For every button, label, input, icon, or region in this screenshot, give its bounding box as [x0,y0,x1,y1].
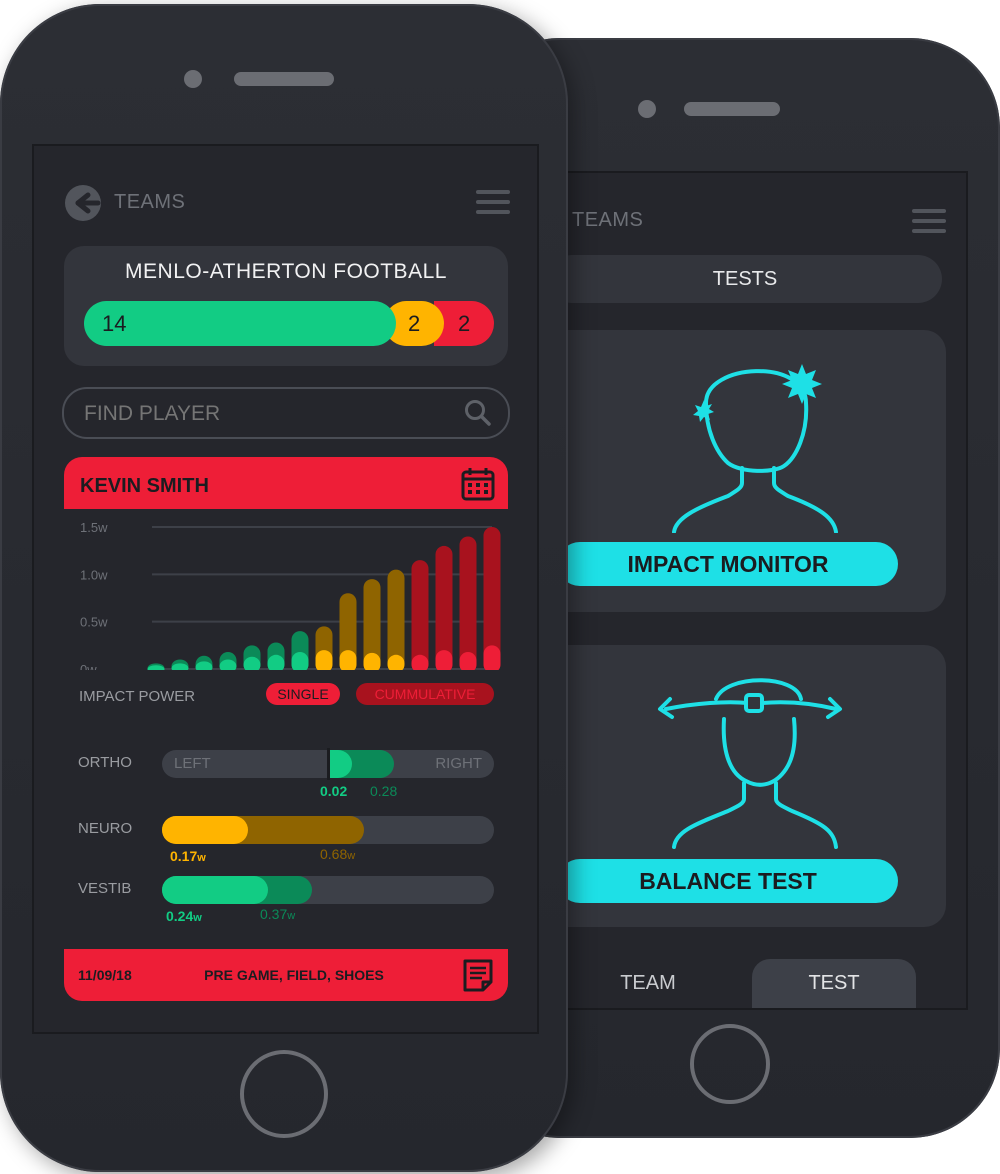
camera-icon [184,70,202,88]
vestib-single-fill [162,876,268,904]
status-green-count: 14 [102,311,127,336]
impact-monitor-button[interactable]: IMPACT MONITOR [568,542,898,586]
y-tick-label: 0.5w [80,615,108,630]
single-bar [339,650,357,673]
home-button[interactable] [690,1024,770,1104]
legend-single[interactable]: SINGLE [266,683,340,705]
neuro-value-2: 0.68w [320,846,356,862]
notes-icon[interactable] [462,958,494,992]
status-green-segment [84,301,396,346]
y-tick-label: 1.5w [80,520,108,535]
ortho-value-1: 0.02 [320,783,348,799]
tab-team[interactable]: TEAM [578,959,718,1007]
ortho-right-label: RIGHT [435,755,482,772]
speaker-icon [684,102,780,116]
vestib-value-1: 0.24w [166,908,202,924]
single-bar [315,650,333,673]
head-balance-icon [658,678,842,849]
head-impact-icon [672,364,838,533]
single-bar [483,645,501,673]
calendar-icon[interactable] [460,466,496,502]
status-red-count: 2 [458,311,471,336]
single-bar [363,652,381,673]
search-icon[interactable] [464,399,492,427]
home-button[interactable] [240,1050,328,1138]
status-yellow-count: 2 [408,311,421,336]
back-arrow-icon[interactable] [64,184,102,222]
session-date: 11/09/18 [78,967,132,983]
header-title: TEAMS [114,191,186,213]
neuro-track [162,816,494,844]
ortho-center-marker [327,748,330,780]
neuro-single-fill [162,816,248,844]
team-name: MENLO-ATHERTON FOOTBALL [125,260,447,283]
vestib-track [162,876,494,904]
ortho-value-2: 0.28 [370,783,398,799]
find-player-search[interactable] [62,387,510,439]
camera-icon [638,100,656,118]
chart-label: IMPACT POWER [79,688,196,705]
y-tick-label: 1.0w [80,567,108,582]
tab-test[interactable]: TEST [752,959,916,1008]
front-screen: TEAMS MENLO-ATHERTON FOOTBALL 14 2 2 KEV… [32,144,539,1034]
impact-monitor-card[interactable]: IMPACT MONITOR [568,330,946,612]
single-bar [459,651,477,673]
player-header[interactable]: KEVIN SMITH [64,457,508,509]
single-bar [435,650,453,673]
back-screen: TEAMS TESTS IMPACT MONITOR BALANCE TEST … [568,171,968,1010]
impact-power-chart: 0w0.5w1.0w1.5w [64,520,508,709]
player-name: KEVIN SMITH [80,475,209,497]
menu-icon[interactable] [476,190,510,216]
menu-icon[interactable] [912,209,946,235]
search-input[interactable] [82,389,446,439]
balance-test-card[interactable]: BALANCE TEST [568,645,946,927]
team-status-bar: 14 2 2 [84,301,494,346]
session-footer[interactable]: 11/09/18 PRE GAME, FIELD, SHOES [64,949,508,1001]
speaker-icon [234,72,334,86]
session-details: PRE GAME, FIELD, SHOES [204,967,384,983]
ortho-label: ORTHO [78,754,132,771]
single-bar [291,651,309,673]
team-card[interactable]: MENLO-ATHERTON FOOTBALL 14 2 2 [64,246,508,366]
vestib-label: VESTIB [78,880,132,897]
tests-pill[interactable]: TESTS [568,255,942,303]
legend-cumulative[interactable]: CUMMULATIVE [356,683,494,705]
vestib-value-2: 0.37w [260,906,296,922]
header-title: TEAMS [572,209,644,231]
ortho-left-label: LEFT [174,755,211,772]
neuro-label: NEURO [78,820,133,837]
ortho-track: LEFT RIGHT [162,748,494,780]
balance-test-button[interactable]: BALANCE TEST [568,859,898,903]
neuro-value-1: 0.17w [170,848,206,864]
